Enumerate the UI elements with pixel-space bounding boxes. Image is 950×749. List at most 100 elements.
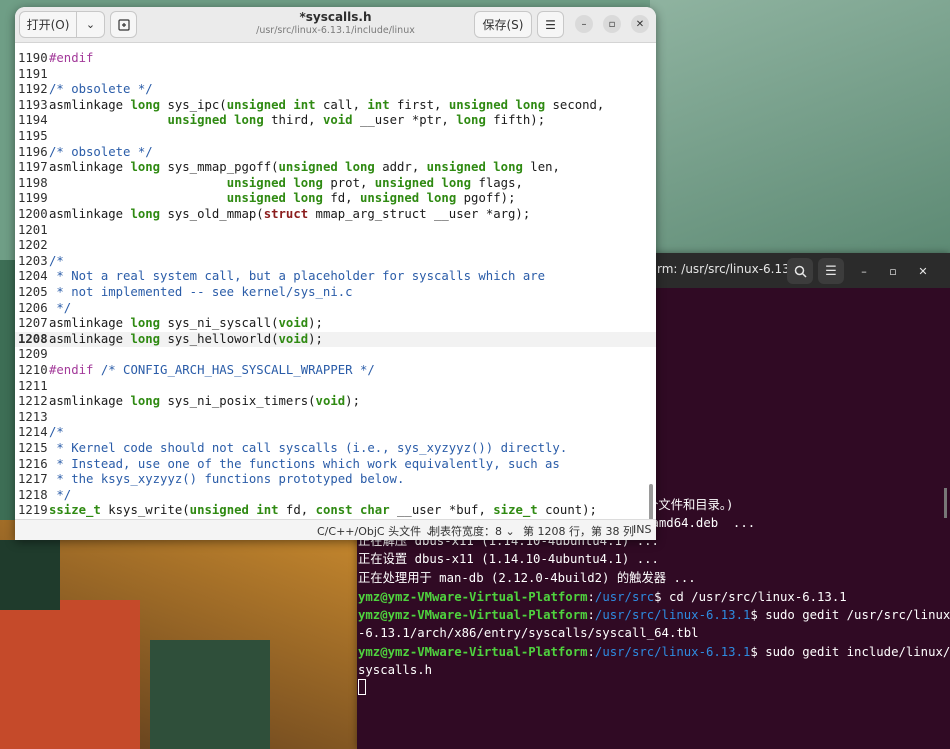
line-code[interactable]: asmlinkage long sys_old_mmap(struct mmap… [49,207,530,223]
code-line[interactable]: 1215 * Kernel code should not call sysca… [15,441,656,457]
code-line[interactable]: 1200 asmlinkage long sys_old_mmap(struct … [15,207,656,223]
line-code[interactable]: */ [49,301,71,317]
code-line[interactable]: 1195 [15,129,656,145]
hamburger-icon[interactable]: ☰ [818,258,844,284]
insert-mode[interactable]: INS [633,523,651,536]
line-number: 1215 [18,441,48,455]
maximize-icon[interactable]: ▫ [603,15,621,33]
tab-width-selector[interactable]: 制表符宽度：8 ⌄ [429,523,515,539]
code-line[interactable]: 1196/* obsolete */ [15,145,656,161]
code-line[interactable]: 1193 asmlinkage long sys_ipc(unsigned int… [15,98,656,114]
line-code[interactable]: unsigned long fd, unsigned long pgoff); [49,191,516,207]
line-code[interactable]: asmlinkage long sys_ni_syscall(void); [49,316,323,332]
terminal-cursor [358,679,366,697]
line-number: 1210 [18,363,48,377]
code-line[interactable]: 1190 #endif [15,51,656,67]
line-code[interactable]: /* [49,425,64,441]
code-line[interactable]: 1209 [15,347,656,363]
line-number: 1204 [18,269,48,284]
line-number: 1199 [18,191,48,206]
line-number: 1209 [18,347,48,362]
line-code[interactable]: /* [49,254,64,270]
line-code[interactable]: * the ksys_xyzyyz() functions prototyped… [49,472,404,488]
line-number: 1205 [18,285,48,299]
terminal-line: 正在处理用于 man-db (2.12.0-4build2) 的触发器 ... [358,571,696,585]
minimize-icon[interactable]: – [855,262,873,280]
save-button[interactable]: 保存(S) [474,11,532,38]
line-code[interactable]: ssize_t ksys_write(unsigned int fd, cons… [49,503,597,519]
line-code[interactable]: unsigned long third, void __user *ptr, l… [49,113,545,129]
line-code[interactable]: * Kernel code should not call syscalls (… [49,441,567,457]
code-line[interactable]: 1198 unsigned long prot, unsigned long f… [15,176,656,192]
code-line[interactable]: 1192/* obsolete */ [15,82,656,98]
line-number: 1194 [18,113,48,128]
code-line[interactable]: 1208 asmlinkage long sys_helloworld(void)… [15,331,656,348]
close-icon[interactable]: ✕ [631,15,649,33]
code-line[interactable]: 1206 */ [15,301,656,317]
close-icon[interactable]: ✕ [914,262,932,280]
line-code[interactable]: #endif /* CONFIG_ARCH_HAS_SYSCALL_WRAPPE… [49,363,375,379]
code-editor[interactable]: 1190 #endif 1191 1192/* obsolete */1193 asml… [15,43,656,520]
terminal-line: -6.13.1/arch/x86/entry/syscalls/syscall_… [358,626,699,640]
line-code[interactable]: * Instead, use one of the functions whic… [49,457,559,473]
code-line[interactable]: 1203/* [15,254,656,270]
line-code[interactable]: */ [49,488,71,504]
code-line[interactable]: 1194 unsigned long third, void __user *p… [15,113,656,129]
terminal-line: syscalls.h [358,663,433,677]
line-number: 1217 [18,472,48,487]
terminal-line: ymz@ymz-VMware-Virtual-Platform:/usr/src… [358,608,950,622]
line-code[interactable]: asmlinkage long sys_mmap_pgoff(unsigned … [49,160,560,176]
line-code[interactable]: /* obsolete */ [49,145,153,161]
line-code[interactable]: #endif [49,51,93,67]
line-number: 1193 [18,97,48,112]
terminal-scrollbar[interactable] [944,488,947,518]
line-number: 1219 [18,503,48,518]
code-line[interactable]: 1202 [15,238,656,254]
code-line[interactable]: 1197 asmlinkage long sys_mmap_pgoff(unsig… [15,160,656,176]
line-code[interactable]: * not implemented -- see kernel/sys_ni.c [49,285,352,301]
line-number: 1214 [18,425,48,440]
code-line[interactable]: 1210 #endif /* CONFIG_ARCH_HAS_SYSCALL_WR… [15,363,656,379]
line-code[interactable]: unsigned long prot, unsigned long flags, [49,176,523,192]
cursor-position: 第 1208 行，第 38 列 [523,525,634,538]
code-line[interactable]: 1205 * not implemented -- see kernel/sys… [15,285,656,301]
line-number: 1218 [18,487,48,502]
line-code[interactable]: /* obsolete */ [49,82,153,98]
code-line[interactable]: 1191 [15,67,656,83]
cursor-block [358,679,366,695]
terminal-line: ymz@ymz-VMware-Virtual-Platform:/usr/src… [358,645,950,659]
code-line[interactable]: 1213 [15,410,656,426]
line-number: 1197 [18,160,48,175]
line-code[interactable]: * Not a real system call, but a placehol… [49,269,545,285]
code-line[interactable]: 1212 asmlinkage long sys_ni_posix_timers(… [15,394,656,410]
code-line[interactable]: 1204 * Not a real system call, but a pla… [15,269,656,285]
line-code[interactable]: asmlinkage long sys_ipc(unsigned int cal… [49,98,604,114]
code-line[interactable]: 1211 [15,379,656,395]
line-number: 1190 [18,51,48,65]
line-number: 1207 [18,316,48,331]
code-line[interactable]: 1207 asmlinkage long sys_ni_syscall(void)… [15,316,656,332]
terminal-line: ymz@ymz-VMware-Virtual-Platform:/usr/src… [358,590,847,604]
code-line[interactable]: 1217 * the ksys_xyzyyz() functions proto… [15,472,656,488]
gedit-window[interactable]: 打开(O) ⌄ *syscalls.h /usr/src/linux-6.13.… [15,7,656,540]
code-line[interactable]: 1218 */ [15,488,656,504]
code-line[interactable]: 1219 ssize_t ksys_write(unsigned int fd, … [15,503,656,519]
gedit-headerbar: 打开(O) ⌄ *syscalls.h /usr/src/linux-6.13.… [15,7,656,43]
code-line[interactable]: 1201 [15,223,656,239]
status-bar: C/C++/ObjC 头文件 ⌄ 制表符宽度：8 ⌄ 第 1208 行，第 38… [15,519,656,540]
line-number: 1191 [18,66,48,81]
code-line[interactable]: 1214/* [15,425,656,441]
line-number: 1198 [18,175,48,190]
line-number: 1200 [18,207,48,221]
hamburger-icon[interactable]: ☰ [537,11,564,38]
line-number: 1216 [18,456,48,471]
maximize-icon[interactable]: ▫ [884,262,902,280]
line-code[interactable]: asmlinkage long sys_ni_posix_timers(void… [49,394,360,410]
language-selector[interactable]: C/C++/ObjC 头文件 ⌄ [317,523,434,539]
search-icon[interactable] [787,258,813,284]
code-line[interactable]: 1216 * Instead, use one of the functions… [15,457,656,473]
code-line[interactable]: 1199 unsigned long fd, unsigned long pgo… [15,191,656,207]
line-number: 1212 [18,394,48,409]
minimize-icon[interactable]: – [575,15,593,33]
line-code[interactable]: asmlinkage long sys_helloworld(void); [49,332,323,348]
